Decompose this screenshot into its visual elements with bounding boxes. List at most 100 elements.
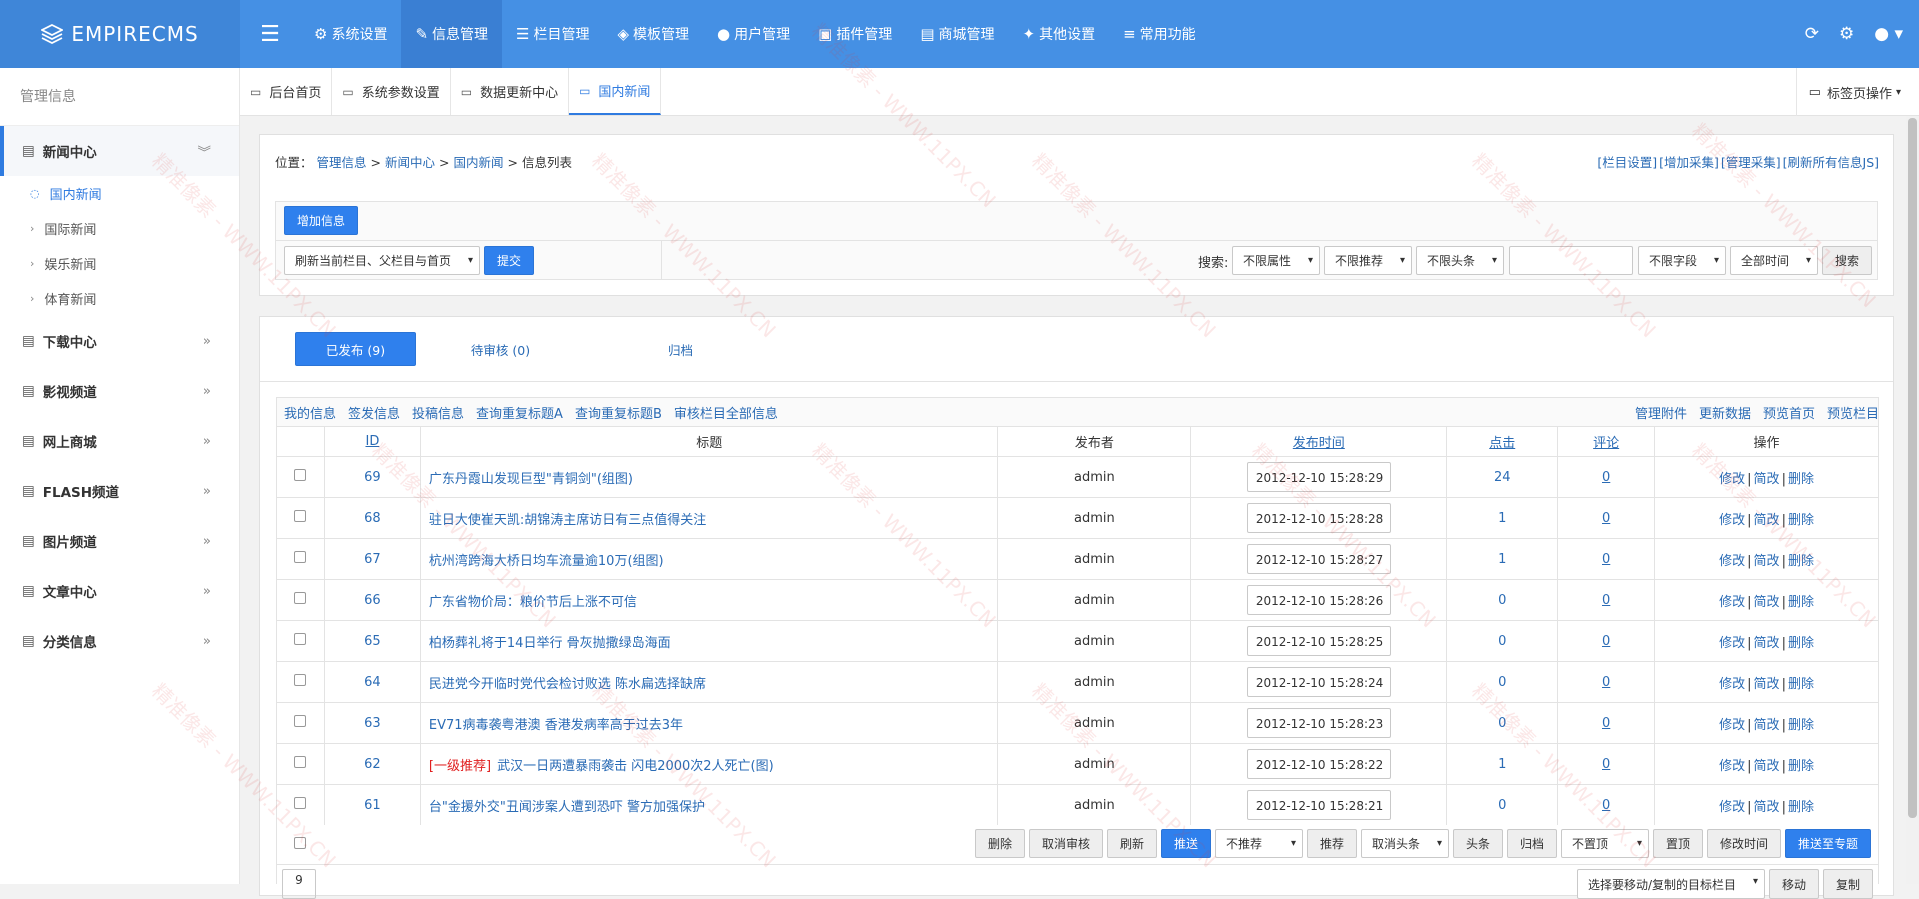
row-comments-link[interactable]: 0 — [1602, 634, 1610, 649]
row-id-link[interactable]: 64 — [364, 675, 381, 690]
row-id-link[interactable]: 66 — [364, 593, 381, 608]
page-scrollbar[interactable] — [1906, 116, 1919, 884]
row-id-link[interactable]: 67 — [364, 552, 381, 567]
bulk-refresh-button[interactable]: 刷新 — [1107, 829, 1157, 858]
row-title-link[interactable]: 民进党今开临时党代会检讨败选 陈水扁选择缺席 — [429, 677, 706, 692]
row-checkbox[interactable] — [294, 797, 307, 809]
delete-link[interactable]: 删除 — [1788, 554, 1814, 569]
status-tab-1[interactable]: 待审核 (0) — [440, 332, 561, 366]
sidebar-group-4[interactable]: ▤ FLASH频道 » — [0, 466, 239, 516]
row-clicks-link[interactable]: 0 — [1498, 675, 1506, 690]
menu-toggle-icon[interactable]: ☰ — [240, 0, 300, 68]
delete-link[interactable]: 删除 — [1788, 636, 1814, 651]
delete-link[interactable]: 删除 — [1788, 513, 1814, 528]
sort-by-clicks-link[interactable]: 点击 — [1489, 436, 1515, 451]
row-title-link[interactable]: 武汉一日两遭暴雨袭击 闪电2000次2人死亡(图) — [497, 759, 774, 774]
breadcrumb-link[interactable]: 新闻中心 — [385, 155, 435, 170]
row-clicks-link[interactable]: 0 — [1498, 634, 1506, 649]
row-title-link[interactable]: 杭州湾跨海大桥日均车流量逾10万(组图) — [429, 554, 664, 569]
row-time-input[interactable]: 2012-12-10 15:28:21 — [1246, 790, 1391, 820]
row-time-input[interactable]: 2012-12-10 15:28:26 — [1246, 585, 1391, 615]
sidebar-subitem-0[interactable]: ◌ 国内新闻 — [0, 176, 239, 211]
delete-link[interactable]: 删除 — [1788, 759, 1814, 774]
quick-edit-link[interactable]: 简改 — [1754, 677, 1780, 692]
headline-level-select[interactable]: 取消头条 — [1361, 829, 1449, 858]
topnav-item-6[interactable]: ▤ 商城管理 — [906, 0, 1008, 68]
sidebar-group-7[interactable]: ▤ 分类信息 » — [0, 616, 239, 666]
breadcrumb-link[interactable]: 管理信息 — [317, 155, 367, 170]
edit-link[interactable]: 修改 — [1719, 513, 1745, 528]
comments-column-header[interactable]: 评论 — [1557, 426, 1656, 457]
sidebar-group-1[interactable]: ▤ 下载中心 » — [0, 316, 239, 366]
top-level-select[interactable]: 不置顶 — [1561, 829, 1649, 858]
delete-link[interactable]: 删除 — [1788, 718, 1814, 733]
right-link[interactable]: 预览首页 — [1763, 407, 1815, 422]
status-tab-2[interactable]: 归档 — [620, 332, 741, 366]
brand-logo[interactable]: EMPIRECMS — [0, 0, 240, 68]
clicks-column-header[interactable]: 点击 — [1446, 426, 1559, 457]
row-clicks-link[interactable]: 1 — [1498, 511, 1506, 526]
user-menu-icon[interactable]: ● ▾ — [1874, 24, 1903, 44]
move-button[interactable]: 移动 — [1769, 869, 1819, 899]
quick-edit-link[interactable]: 简改 — [1754, 513, 1780, 528]
filter-link[interactable]: 查询重复标题A — [476, 407, 563, 422]
row-time-input[interactable]: 2012-12-10 15:28:25 — [1246, 626, 1391, 656]
sort-by-time-link[interactable]: 发布时间 — [1293, 436, 1345, 451]
right-link[interactable]: 管理附件 — [1635, 407, 1687, 422]
edit-link[interactable]: 修改 — [1719, 759, 1745, 774]
topnav-item-7[interactable]: ✦ 其他设置 — [1009, 0, 1110, 68]
row-time-input[interactable]: 2012-12-10 15:28:24 — [1246, 667, 1391, 697]
delete-link[interactable]: 删除 — [1788, 677, 1814, 692]
bulk-unreview-button[interactable]: 取消审核 — [1029, 829, 1103, 858]
row-comments-link[interactable]: 0 — [1602, 675, 1610, 690]
topnav-item-8[interactable]: ≡ 常用功能 — [1109, 0, 1210, 68]
recommend-button[interactable]: 推荐 — [1307, 829, 1357, 858]
row-title-link[interactable]: 广东丹霞山发现巨型"青铜剑"(组图) — [429, 472, 633, 487]
row-time-input[interactable]: 2012-12-10 15:28:29 — [1246, 462, 1391, 492]
quick-edit-link[interactable]: 简改 — [1754, 800, 1780, 815]
copy-button[interactable]: 复制 — [1823, 869, 1873, 899]
row-title-link[interactable]: 驻日大使崔天凯:胡锦涛主席访日有三点值得关注 — [429, 513, 706, 528]
select-all-checkbox[interactable] — [294, 837, 306, 853]
id-column-header[interactable]: ID — [323, 426, 421, 457]
topnav-item-1[interactable]: ✎ 信息管理 — [401, 0, 503, 68]
quick-link[interactable]: [增加采集] — [1659, 155, 1719, 170]
sort-by-id-link[interactable]: ID — [366, 434, 380, 449]
row-checkbox[interactable] — [294, 469, 307, 481]
row-clicks-link[interactable]: 0 — [1498, 716, 1506, 731]
delete-link[interactable]: 删除 — [1788, 800, 1814, 815]
sort-by-comments-link[interactable]: 评论 — [1593, 436, 1619, 451]
status-tab-0[interactable]: 已发布 (9) — [295, 332, 416, 366]
tab-3[interactable]: ▭ 国内新闻 — [569, 68, 662, 115]
edit-link[interactable]: 修改 — [1719, 800, 1745, 815]
row-clicks-link[interactable]: 1 — [1498, 552, 1506, 567]
quick-edit-link[interactable]: 简改 — [1754, 759, 1780, 774]
breadcrumb-link[interactable]: 国内新闻 — [454, 155, 504, 170]
right-link[interactable]: 更新数据 — [1699, 407, 1751, 422]
add-info-button[interactable]: 增加信息 — [284, 206, 358, 235]
headline-filter-select[interactable]: 不限头条 — [1416, 246, 1504, 275]
row-id-link[interactable]: 68 — [364, 511, 381, 526]
sidebar-group-2[interactable]: ▤ 影视频道 » — [0, 366, 239, 416]
filter-link[interactable]: 查询重复标题B — [575, 407, 662, 422]
headline-button[interactable]: 头条 — [1453, 829, 1503, 858]
quick-link[interactable]: [刷新所有信息JS] — [1783, 155, 1879, 170]
refresh-icon[interactable]: ⟳ — [1805, 24, 1819, 44]
bulk-delete-button[interactable]: 删除 — [975, 829, 1025, 858]
set-top-button[interactable]: 置顶 — [1653, 829, 1703, 858]
tab-operations-menu[interactable]: ▭ 标签页操作 ▾ — [1795, 68, 1901, 116]
quick-link[interactable]: [栏目设置] — [1597, 155, 1657, 170]
topnav-item-5[interactable]: ▣ 插件管理 — [804, 0, 906, 68]
row-comments-link[interactable]: 0 — [1602, 552, 1610, 567]
edit-link[interactable]: 修改 — [1719, 718, 1745, 733]
scrollbar-thumb[interactable] — [1908, 118, 1917, 818]
delete-link[interactable]: 删除 — [1788, 595, 1814, 610]
row-id-link[interactable]: 65 — [364, 634, 381, 649]
row-comments-link[interactable]: 0 — [1602, 470, 1610, 485]
search-button[interactable]: 搜索 — [1822, 246, 1872, 275]
tab-0[interactable]: ▭ 后台首页 — [240, 68, 333, 115]
quick-edit-link[interactable]: 简改 — [1754, 472, 1780, 487]
row-id-link[interactable]: 62 — [364, 757, 381, 772]
sidebar-group-3[interactable]: ▤ 网上商城 » — [0, 416, 239, 466]
field-filter-select[interactable]: 不限字段 — [1638, 246, 1726, 275]
